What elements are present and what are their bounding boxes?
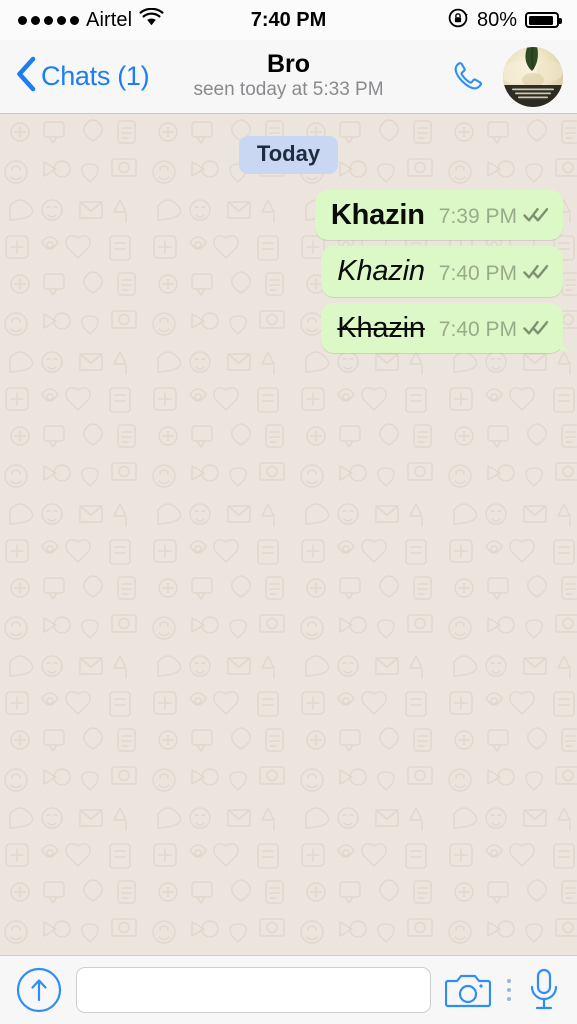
carrier-label: Airtel [86, 8, 133, 31]
whatsapp-chat-screen: Airtel 7:40 PM 80% Chats (1) Bro seen to… [0, 0, 577, 1024]
message-text: Khazin [337, 311, 425, 344]
status-bar: Airtel 7:40 PM 80% [0, 0, 577, 40]
more-vertical-icon[interactable] [505, 979, 513, 1001]
double-check-icon [523, 263, 549, 285]
messages-container: Today Khazin 7:39 PM Khazin 7:40 PM Khaz… [0, 114, 577, 369]
chat-header-actions [447, 46, 563, 107]
rotation-lock-icon [447, 7, 469, 34]
message-bubble-outgoing[interactable]: Khazin 7:40 PM [321, 246, 563, 297]
signal-strength-icon [18, 15, 79, 25]
battery-percent-label: 80% [476, 8, 517, 31]
contact-last-seen: seen today at 5:33 PM [193, 79, 384, 101]
message-list[interactable]: Today Khazin 7:39 PM Khazin 7:40 PM Khaz… [0, 114, 577, 955]
message-bubble-outgoing[interactable]: Khazin 7:39 PM [314, 190, 563, 241]
message-text: Khazin [337, 255, 425, 288]
chevron-left-icon [14, 55, 38, 98]
message-meta: 7:40 PM [439, 318, 549, 344]
message-text: Khazin [330, 199, 425, 231]
message-meta: 7:40 PM [439, 262, 549, 288]
message-time: 7:39 PM [438, 205, 517, 229]
double-check-icon [523, 206, 549, 228]
back-button-label: Chats (1) [41, 61, 150, 91]
chat-header: Chats (1) Bro seen today at 5:33 PM [0, 40, 577, 114]
arrow-up-circle-icon[interactable] [16, 967, 62, 1013]
message-row: Khazin 7:39 PM [14, 190, 563, 241]
message-meta: 7:39 PM [439, 205, 549, 231]
bubble-tail-icon [552, 333, 572, 353]
microphone-icon[interactable] [527, 967, 561, 1013]
day-divider-label: Today [238, 136, 339, 174]
message-time: 7:40 PM [438, 261, 517, 285]
camera-icon[interactable] [445, 970, 491, 1010]
message-input-bar [0, 955, 577, 1024]
message-bubble-outgoing[interactable]: Khazin 7:40 PM [321, 302, 572, 354]
phone-icon[interactable] [447, 56, 489, 98]
wifi-icon [139, 7, 164, 32]
day-divider: Today [14, 136, 563, 174]
contact-avatar[interactable] [503, 46, 563, 107]
battery-icon [525, 12, 562, 28]
message-row: Khazin 7:40 PM [14, 246, 563, 297]
status-bar-left: Airtel [18, 7, 164, 32]
status-bar-right: 80% [447, 7, 562, 34]
double-check-icon [523, 319, 549, 341]
back-to-chats-button[interactable]: Chats (1) [14, 55, 150, 98]
message-time: 7:40 PM [438, 318, 517, 342]
message-input[interactable] [76, 967, 431, 1013]
contact-name: Bro [266, 50, 311, 78]
message-row: Khazin 7:40 PM [14, 302, 572, 354]
